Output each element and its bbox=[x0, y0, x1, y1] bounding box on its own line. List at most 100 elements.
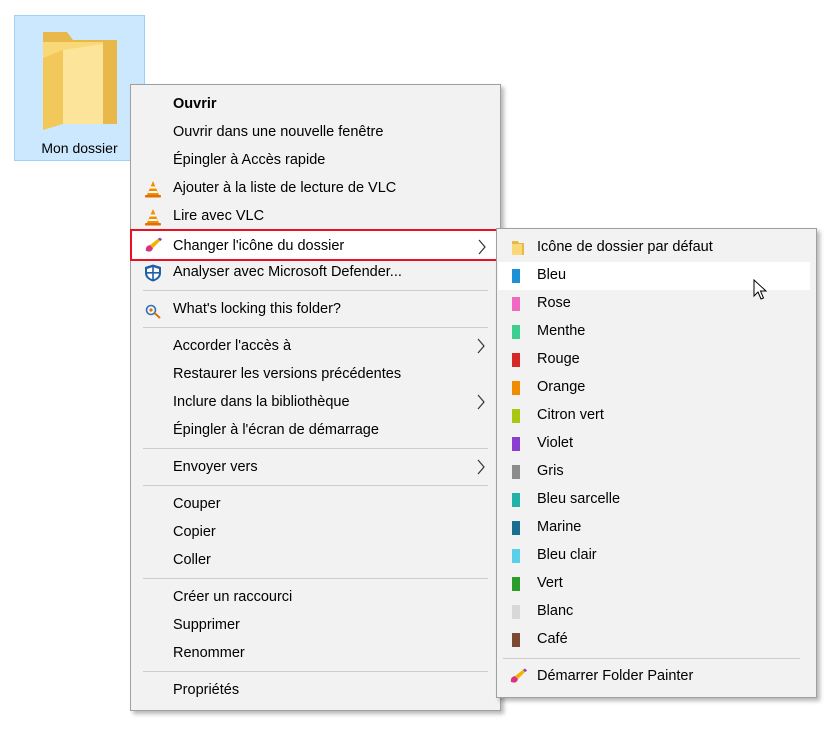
chevron-right-icon bbox=[477, 338, 485, 354]
menu-item-label: Propriétés bbox=[173, 682, 240, 698]
submenu-item-label: Icône de dossier par défaut bbox=[537, 239, 713, 255]
menu-item-open[interactable]: Ouvrir bbox=[131, 91, 500, 119]
colored-folder-icon bbox=[512, 353, 520, 367]
submenu-item-label: Blanc bbox=[537, 603, 574, 619]
submenu-item-label: Rose bbox=[537, 295, 571, 311]
colored-folder-icon bbox=[512, 465, 520, 479]
colored-folder-icon bbox=[512, 549, 520, 563]
submenu-item-label: Bleu clair bbox=[537, 547, 597, 563]
submenu-item-label: Menthe bbox=[537, 323, 586, 339]
menu-item-label: Ouvrir dans une nouvelle fenêtre bbox=[173, 124, 384, 140]
submenu-item-color[interactable]: Menthe bbox=[497, 318, 816, 346]
menu-item-vlc-play[interactable]: Lire avec VLC bbox=[131, 203, 500, 231]
colored-folder-icon bbox=[512, 577, 520, 591]
folder-label: Mon dossier bbox=[41, 140, 118, 156]
submenu-item-color[interactable]: Violet bbox=[497, 430, 816, 458]
menu-separator bbox=[143, 290, 488, 291]
menu-item-defender-scan[interactable]: Analyser avec Microsoft Defender... bbox=[131, 259, 500, 287]
menu-item-send-to[interactable]: Envoyer vers bbox=[131, 454, 500, 482]
submenu-item-color[interactable]: Vert bbox=[497, 570, 816, 598]
paint-brush-icon bbox=[145, 237, 162, 252]
submenu-item-color[interactable]: Marine bbox=[497, 514, 816, 542]
submenu-item-color[interactable]: Bleu clair bbox=[497, 542, 816, 570]
menu-separator bbox=[143, 485, 488, 486]
vlc-cone-icon bbox=[145, 209, 161, 226]
submenu-item-color[interactable]: Rose bbox=[497, 290, 816, 318]
menu-item-label: Couper bbox=[173, 496, 221, 512]
submenu-item-start-folder-painter[interactable]: Démarrer Folder Painter bbox=[497, 663, 816, 691]
menu-item-label: Envoyer vers bbox=[173, 459, 258, 475]
submenu-item-color[interactable]: Café bbox=[497, 626, 816, 654]
colored-folder-icon bbox=[512, 633, 520, 647]
menu-item-include-library[interactable]: Inclure dans la bibliothèque bbox=[131, 389, 500, 417]
menu-item-label: Restaurer les versions précédentes bbox=[173, 366, 402, 382]
colored-folder-icon bbox=[512, 521, 520, 535]
submenu-item-label: Rouge bbox=[537, 351, 580, 367]
chevron-right-icon bbox=[478, 239, 486, 255]
menu-item-label: Inclure dans la bibliothèque bbox=[173, 394, 350, 410]
menu-item-copy[interactable]: Copier bbox=[131, 519, 500, 547]
submenu-item-label: Gris bbox=[537, 463, 564, 479]
colored-folder-icon bbox=[512, 437, 520, 451]
submenu-item-label: Bleu sarcelle bbox=[537, 491, 621, 507]
submenu-item-label: Citron vert bbox=[537, 407, 604, 423]
submenu-item-color[interactable]: Gris bbox=[497, 458, 816, 486]
desktop-folder-item[interactable]: Mon dossier bbox=[14, 15, 145, 161]
submenu-item-color[interactable]: Bleu sarcelle bbox=[497, 486, 816, 514]
defender-shield-icon bbox=[145, 264, 161, 282]
menu-separator bbox=[503, 658, 800, 659]
folder-icon bbox=[512, 241, 524, 255]
menu-item-label: Coller bbox=[173, 552, 211, 568]
menu-item-label: Changer l'icône du dossier bbox=[173, 238, 345, 254]
menu-item-label: Lire avec VLC bbox=[173, 208, 265, 224]
submenu-item-label: Violet bbox=[537, 435, 574, 451]
menu-item-label: Supprimer bbox=[173, 617, 240, 633]
menu-item-label: Épingler à l'écran de démarrage bbox=[173, 422, 379, 438]
menu-item-change-folder-icon[interactable]: Changer l'icône du dossier bbox=[130, 229, 501, 261]
chevron-right-icon bbox=[477, 394, 485, 410]
submenu-item-color[interactable]: Blanc bbox=[497, 598, 816, 626]
menu-item-rename[interactable]: Renommer bbox=[131, 640, 500, 668]
menu-separator bbox=[143, 578, 488, 579]
submenu-item-label: Marine bbox=[537, 519, 582, 535]
menu-item-label: Créer un raccourci bbox=[173, 589, 293, 605]
submenu-item-default-folder[interactable]: Icône de dossier par défaut bbox=[497, 234, 816, 262]
submenu-item-color[interactable]: Rouge bbox=[497, 346, 816, 374]
menu-item-give-access[interactable]: Accorder l'accès à bbox=[131, 333, 500, 361]
folder-color-submenu: Icône de dossier par défaut Bleu Rose Ment… bbox=[496, 228, 817, 698]
colored-folder-icon bbox=[512, 381, 520, 395]
submenu-item-label: Bleu bbox=[537, 267, 567, 283]
menu-item-label: Ajouter à la liste de lecture de VLC bbox=[173, 180, 397, 196]
paint-brush-icon bbox=[510, 668, 527, 683]
menu-item-whats-locking[interactable]: What's locking this folder? bbox=[131, 296, 500, 324]
menu-item-create-shortcut[interactable]: Créer un raccourci bbox=[131, 584, 500, 612]
colored-folder-icon bbox=[512, 269, 520, 283]
menu-item-properties[interactable]: Propriétés bbox=[131, 677, 500, 705]
menu-separator bbox=[143, 671, 488, 672]
colored-folder-icon bbox=[512, 493, 520, 507]
menu-item-paste[interactable]: Coller bbox=[131, 547, 500, 575]
menu-item-open-new-window[interactable]: Ouvrir dans une nouvelle fenêtre bbox=[131, 119, 500, 147]
submenu-item-label: Orange bbox=[537, 379, 586, 395]
menu-item-delete[interactable]: Supprimer bbox=[131, 612, 500, 640]
mouse-cursor-icon bbox=[753, 279, 767, 300]
menu-separator bbox=[143, 327, 488, 328]
menu-item-label: Ouvrir bbox=[173, 96, 217, 112]
menu-item-cut[interactable]: Couper bbox=[131, 491, 500, 519]
menu-item-label: Copier bbox=[173, 524, 216, 540]
vlc-cone-icon bbox=[145, 181, 161, 198]
submenu-item-color[interactable]: Orange bbox=[497, 374, 816, 402]
menu-item-label: Renommer bbox=[173, 645, 245, 661]
colored-folder-icon bbox=[512, 409, 520, 423]
submenu-item-color[interactable]: Citron vert bbox=[497, 402, 816, 430]
menu-item-pin-start[interactable]: Épingler à l'écran de démarrage bbox=[131, 417, 500, 445]
menu-item-label: What's locking this folder? bbox=[173, 301, 341, 317]
colored-folder-icon bbox=[512, 325, 520, 339]
menu-item-label: Analyser avec Microsoft Defender... bbox=[173, 264, 402, 280]
menu-item-restore-versions[interactable]: Restaurer les versions précédentes bbox=[131, 361, 500, 389]
menu-item-vlc-add-playlist[interactable]: Ajouter à la liste de lecture de VLC bbox=[131, 175, 500, 203]
menu-item-pin-quick-access[interactable]: Épingler à Accès rapide bbox=[131, 147, 500, 175]
colored-folder-icon bbox=[512, 605, 520, 619]
submenu-item-label: Démarrer Folder Painter bbox=[537, 668, 694, 684]
colored-folder-icon bbox=[512, 297, 520, 311]
